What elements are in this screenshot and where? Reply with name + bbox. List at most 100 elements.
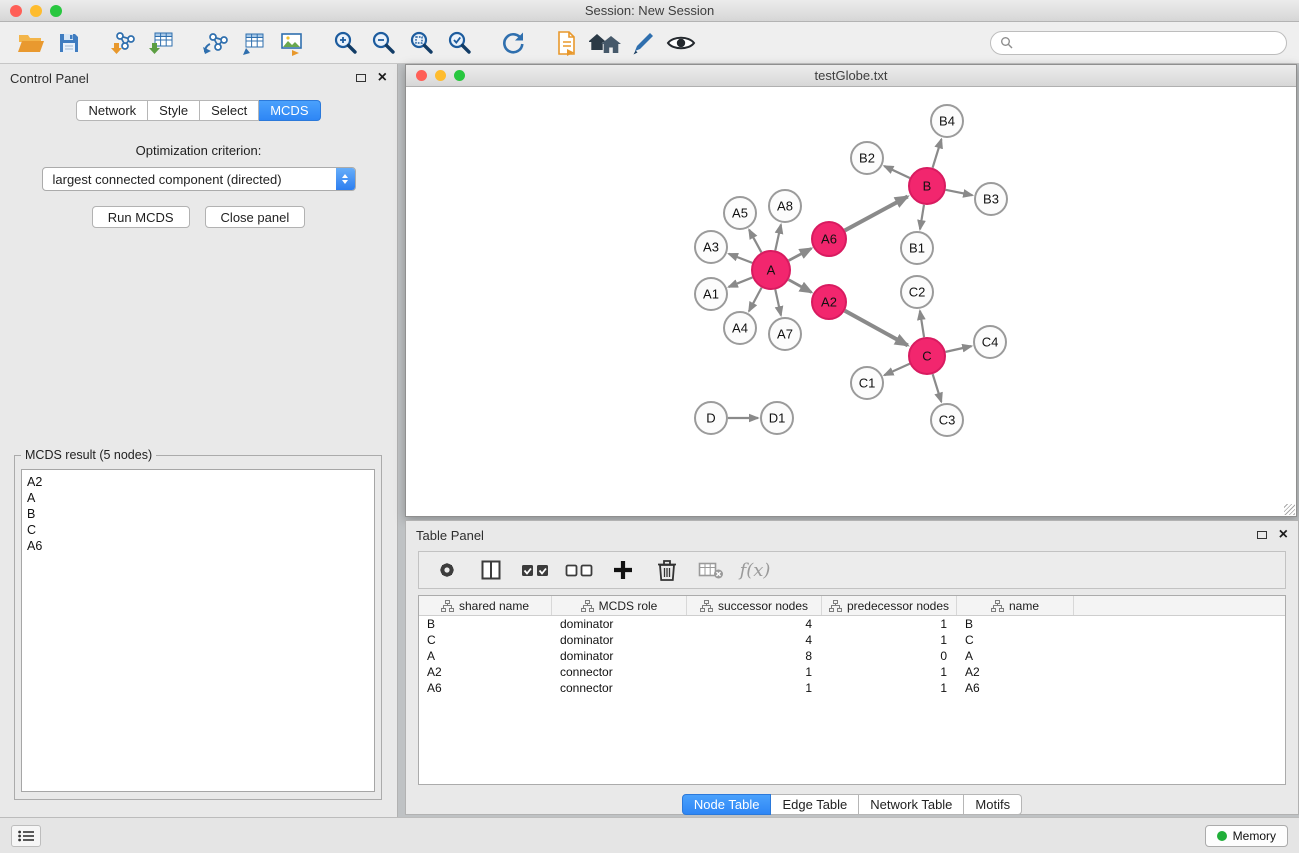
mcds-result-item[interactable]: C <box>22 522 374 538</box>
table-cell[interactable]: A2 <box>419 664 552 680</box>
table-cell[interactable]: 1 <box>687 680 822 696</box>
table-cell[interactable]: 1 <box>822 632 957 648</box>
table-cell[interactable]: 1 <box>687 664 822 680</box>
table-row[interactable]: A2connector11A2 <box>419 664 1285 680</box>
mcds-result-list[interactable]: A2ABCA6 <box>21 469 375 792</box>
save-session-button[interactable] <box>50 26 88 60</box>
table-cell[interactable]: A6 <box>957 680 1074 696</box>
mcds-result-item[interactable]: A <box>22 490 374 506</box>
table-cell[interactable]: 8 <box>687 648 822 664</box>
graph-edge-A-A8[interactable] <box>775 225 781 251</box>
create-column-button[interactable] <box>605 554 641 586</box>
graph-edge-B-B2[interactable] <box>884 166 910 178</box>
import-network-button[interactable] <box>104 26 142 60</box>
graph-edge-A-A5[interactable] <box>749 230 761 253</box>
graph-edge-C-C3[interactable] <box>933 374 942 402</box>
graph-edge-A-A1[interactable] <box>729 277 753 287</box>
show-columns-button[interactable] <box>473 554 509 586</box>
home-button[interactable] <box>586 26 624 60</box>
table-row[interactable]: Adominator80A <box>419 648 1285 664</box>
graph-edge-B-B4[interactable] <box>933 139 942 168</box>
table-cell[interactable]: A6 <box>419 680 552 696</box>
column-header-mcds-role[interactable]: MCDS role <box>552 596 687 615</box>
table-row[interactable]: A6connector11A6 <box>419 680 1285 696</box>
minimize-window-button[interactable] <box>30 5 42 17</box>
tab-mcds[interactable]: MCDS <box>259 100 320 121</box>
close-panel-button[interactable]: Close panel <box>205 206 306 228</box>
graph-edge-A-A3[interactable] <box>729 254 753 263</box>
network-window-minimize-button[interactable] <box>435 70 446 81</box>
mcds-result-item[interactable]: A2 <box>22 474 374 490</box>
table-cell[interactable]: A2 <box>957 664 1074 680</box>
run-mcds-button[interactable]: Run MCDS <box>92 206 190 228</box>
deselect-all-button[interactable] <box>561 554 597 586</box>
select-all-button[interactable] <box>517 554 553 586</box>
table-cell[interactable]: 1 <box>822 680 957 696</box>
table-settings-button[interactable] <box>429 554 465 586</box>
close-window-button[interactable] <box>10 5 22 17</box>
delete-column-button[interactable] <box>649 554 685 586</box>
tab-node-table[interactable]: Node Table <box>682 794 772 815</box>
function-builder-button[interactable]: f(x) <box>737 554 773 586</box>
task-history-button[interactable] <box>11 825 41 847</box>
open-session-button[interactable] <box>12 26 50 60</box>
close-panel-icon[interactable]: × <box>378 71 387 85</box>
zoom-in-button[interactable] <box>326 26 364 60</box>
table-cell[interactable]: 1 <box>822 616 957 632</box>
table-cell[interactable]: 4 <box>687 632 822 648</box>
tab-network[interactable]: Network <box>76 100 148 121</box>
graph-edge-A2-C[interactable] <box>845 311 908 346</box>
export-table-button[interactable] <box>234 26 272 60</box>
zoom-out-button[interactable] <box>364 26 402 60</box>
tab-select[interactable]: Select <box>200 100 259 121</box>
column-header-shared-name[interactable]: shared name <box>419 596 552 615</box>
graph-edge-B-B3[interactable] <box>946 190 973 195</box>
float-panel-icon[interactable] <box>356 74 366 82</box>
table-row[interactable]: Cdominator41C <box>419 632 1285 648</box>
graph-edge-A-A2[interactable] <box>789 280 812 293</box>
network-graph[interactable]: B4B2BB3A5A8A6A3B1AC2A1A2A4A7C4CC1C3DD1 <box>406 87 1296 516</box>
graph-edge-C-C2[interactable] <box>920 311 924 337</box>
optimization-criterion-select[interactable]: largest connected component (directed) <box>42 167 356 191</box>
table-cell[interactable]: C <box>957 632 1074 648</box>
graph-edge-C-C1[interactable] <box>884 364 909 375</box>
table-cell[interactable]: B <box>957 616 1074 632</box>
network-window-close-button[interactable] <box>416 70 427 81</box>
column-header-name[interactable]: name <box>957 596 1074 615</box>
table-cell[interactable]: connector <box>552 664 687 680</box>
graph-edge-A6-B[interactable] <box>845 196 908 230</box>
memory-button[interactable]: Memory <box>1205 825 1288 847</box>
export-network-button[interactable] <box>196 26 234 60</box>
export-image-button[interactable] <box>272 26 310 60</box>
network-canvas[interactable]: B4B2BB3A5A8A6A3B1AC2A1A2A4A7C4CC1C3DD1 <box>406 87 1296 516</box>
zoom-selected-button[interactable] <box>440 26 478 60</box>
style-brush-button[interactable] <box>624 26 662 60</box>
zoom-fit-button[interactable] <box>402 26 440 60</box>
documentation-button[interactable] <box>548 26 586 60</box>
table-cell[interactable]: C <box>419 632 552 648</box>
tab-style[interactable]: Style <box>148 100 200 121</box>
graph-edge-A-A7[interactable] <box>775 290 781 316</box>
refresh-button[interactable] <box>494 26 532 60</box>
mcds-result-item[interactable]: A6 <box>22 538 374 554</box>
close-table-panel-icon[interactable]: × <box>1279 528 1288 542</box>
search-input[interactable] <box>1019 35 1277 50</box>
graphics-details-button[interactable] <box>662 26 700 60</box>
table-cell[interactable]: A <box>419 648 552 664</box>
table-cell[interactable]: connector <box>552 680 687 696</box>
delete-table-button[interactable] <box>693 554 729 586</box>
network-window-zoom-button[interactable] <box>454 70 465 81</box>
table-row[interactable]: Bdominator41B <box>419 616 1285 632</box>
table-cell[interactable]: 1 <box>822 664 957 680</box>
graph-edge-A-A4[interactable] <box>749 288 762 312</box>
column-header-predecessor-nodes[interactable]: predecessor nodes <box>822 596 957 615</box>
table-cell[interactable]: A <box>957 648 1074 664</box>
tab-motifs[interactable]: Motifs <box>964 794 1022 815</box>
tab-edge-table[interactable]: Edge Table <box>771 794 859 815</box>
table-cell[interactable]: 0 <box>822 648 957 664</box>
table-cell[interactable]: dominator <box>552 616 687 632</box>
table-cell[interactable]: dominator <box>552 632 687 648</box>
float-table-panel-icon[interactable] <box>1257 531 1267 539</box>
column-header-successor-nodes[interactable]: successor nodes <box>687 596 822 615</box>
graph-edge-B-B1[interactable] <box>920 205 924 229</box>
